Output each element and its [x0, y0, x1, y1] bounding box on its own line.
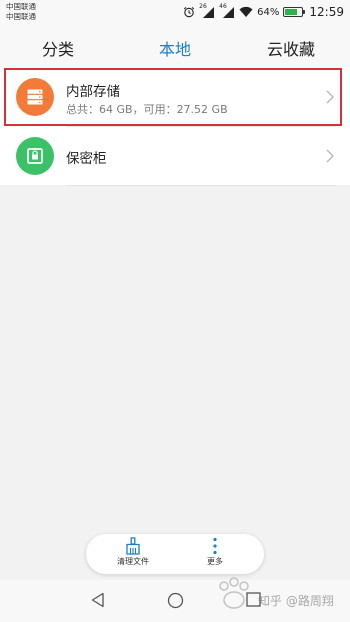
list-item-safe[interactable]: 保密柜: [0, 127, 350, 185]
watermark-text: 知乎 @路周翔: [258, 594, 334, 608]
storage-list: 内部存储 总共：64 GB，可用：27.52 GB 保密柜: [0, 68, 350, 186]
broom-icon: [126, 537, 140, 555]
status-bar: 中国联通 中国联通 26 46 64% 12:59: [0, 0, 350, 26]
bottom-action-bar: 清理文件 更多: [86, 534, 264, 574]
list-item-internal-storage[interactable]: 内部存储 总共：64 GB，可用：27.52 GB: [0, 68, 350, 126]
wifi-icon: [239, 6, 253, 17]
battery-percent: 64%: [257, 6, 280, 18]
carrier-2: 中国联通: [6, 12, 36, 21]
more-button[interactable]: 更多: [185, 537, 245, 567]
safe-title: 保密柜: [66, 151, 107, 167]
tab-bar: 分类 本地 云收藏: [0, 26, 350, 68]
carrier-1: 中国联通: [6, 2, 36, 11]
storage-icon: [16, 78, 54, 116]
signal-2: 46: [219, 3, 235, 19]
internal-storage-capacity: 总共：64 GB，可用：27.52 GB: [66, 103, 228, 116]
signal-2-icon: [223, 7, 235, 18]
battery-fill: [285, 9, 297, 15]
tab-local[interactable]: 本地: [120, 36, 230, 60]
signal-1-icon: [203, 7, 215, 18]
tab-cloud-favorites[interactable]: 云收藏: [236, 36, 346, 60]
chevron-right-icon: [326, 90, 334, 104]
more-label: 更多: [207, 557, 223, 566]
watermark: 知乎 @路周翔: [212, 576, 346, 618]
chevron-right-icon: [326, 149, 334, 163]
alarm-icon: [184, 6, 195, 18]
list-divider: [66, 185, 336, 186]
battery-icon: [283, 7, 306, 17]
clean-files-button[interactable]: 清理文件: [103, 537, 163, 567]
signal-1: 26: [199, 3, 215, 19]
back-icon[interactable]: [90, 592, 106, 608]
status-icons: 26 46 64% 12:59: [183, 3, 344, 21]
internal-storage-title: 内部存储: [66, 84, 120, 100]
highlight-box: [4, 68, 342, 126]
tab-categories[interactable]: 分类: [3, 36, 113, 60]
carrier-info: 中国联通 中国联通: [6, 2, 36, 22]
more-vertical-icon: [213, 537, 217, 555]
home-icon[interactable]: [167, 592, 184, 609]
clock: 12:59: [309, 5, 344, 19]
safe-icon: [16, 137, 54, 175]
paw-logo: [219, 577, 249, 609]
clean-files-label: 清理文件: [117, 557, 149, 566]
